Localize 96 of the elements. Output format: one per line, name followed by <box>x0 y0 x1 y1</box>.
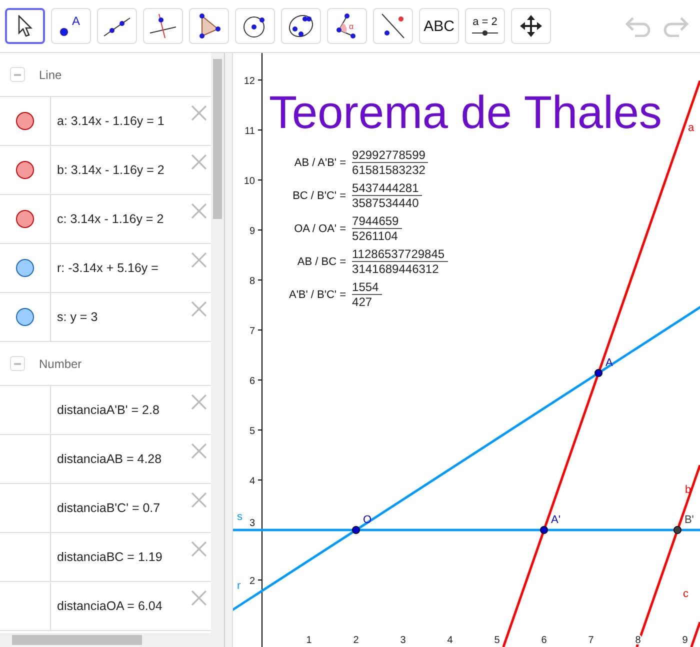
algebra-expression[interactable]: distanciaB'C' = 0.7 <box>57 501 190 515</box>
conic-tool-button[interactable] <box>281 8 321 44</box>
reflect-about-line-icon <box>379 13 407 39</box>
y-tick-label: 7 <box>249 326 255 337</box>
point[interactable] <box>540 526 548 534</box>
y-tick-label: 5 <box>249 426 255 437</box>
fraction-denominator: 427 <box>352 295 372 309</box>
circle-tool-button[interactable] <box>235 8 275 44</box>
line[interactable] <box>233 528 700 532</box>
reflect-tool-button[interactable] <box>373 8 413 44</box>
line[interactable] <box>690 622 700 647</box>
line-label: c <box>683 588 688 600</box>
line[interactable] <box>636 464 700 647</box>
fraction-numerator: 11286537729845 <box>352 247 448 262</box>
fraction-denominator: 5261104 <box>352 229 398 243</box>
ratio-label: BC / B'C' = <box>292 190 346 202</box>
x-tick-label: 4 <box>447 635 453 646</box>
close-icon <box>191 300 208 316</box>
close-icon <box>191 540 208 556</box>
algebra-expression[interactable]: s: y = 3 <box>57 310 190 324</box>
move-view-tool-button[interactable] <box>511 8 551 44</box>
fraction-denominator: 3141689446312 <box>352 262 439 276</box>
line-tool-button[interactable] <box>97 8 137 44</box>
ratio-label: OA / OA' = <box>294 222 346 234</box>
section-title: Line <box>39 68 62 82</box>
y-tick-label: 11 <box>244 126 255 137</box>
graph-title: Teorema de Thales <box>269 85 662 139</box>
perpendicular-line-icon <box>149 13 177 39</box>
line-icon <box>103 15 131 37</box>
ratio-label: AB / BC = <box>297 256 346 268</box>
algebra-expression[interactable]: c: 3.14x - 1.16y = 2 <box>57 212 190 226</box>
y-tick-label: 3 <box>249 518 255 529</box>
slider-tool-button[interactable]: a = 2 <box>465 8 505 44</box>
ratio-label: A'B' / B'C' = <box>289 288 346 300</box>
y-tick-label: 2 <box>249 576 255 587</box>
line-label: r <box>237 580 241 592</box>
x-tick-label: 3 <box>400 635 406 646</box>
algebra-expression[interactable]: a: 3.14x - 1.16y = 1 <box>57 114 190 128</box>
fraction-numerator: 1554 <box>352 280 382 295</box>
ratio-label: AB / A'B' = <box>294 156 346 168</box>
algebra-expression[interactable]: r: -3.14x + 5.16y = <box>57 261 190 275</box>
fraction-denominator: 61581583232 <box>352 163 426 177</box>
close-icon <box>191 104 208 120</box>
point[interactable] <box>352 526 360 534</box>
visibility-toggle[interactable] <box>16 210 34 228</box>
algebra-expression[interactable]: distanciaAB = 4.28 <box>57 452 190 466</box>
cursor-icon <box>17 15 33 37</box>
vertical-scrollbar[interactable] <box>211 53 224 633</box>
x-tick-label: 7 <box>588 635 594 646</box>
perpendicular-tool-button[interactable] <box>143 8 183 44</box>
x-tick-label: 1 <box>306 635 312 646</box>
x-tick-label: 2 <box>353 635 359 646</box>
point[interactable] <box>673 526 682 534</box>
y-tick-label: 9 <box>249 226 255 237</box>
algebra-expression[interactable]: distanciaA'B' = 2.8 <box>57 403 190 417</box>
slider-icon <box>472 30 498 36</box>
polygon-tool-button[interactable] <box>189 8 229 44</box>
move-arrows-icon <box>519 14 543 38</box>
fraction-numerator: 92992778599 <box>352 148 428 163</box>
close-icon <box>191 492 208 508</box>
fraction-numerator: 7944659 <box>352 214 402 229</box>
close-icon <box>191 590 208 606</box>
visibility-toggle[interactable] <box>16 161 34 179</box>
section-title: Number <box>39 356 82 370</box>
algebra-expression[interactable]: b: 3.14x - 1.16y = 2 <box>57 163 190 177</box>
algebra-expression[interactable]: distanciaOA = 6.04 <box>57 599 190 613</box>
horizontal-scrollbar[interactable] <box>0 633 224 647</box>
close-icon <box>191 154 208 170</box>
line-label: s <box>237 511 242 523</box>
fraction-denominator: 3587534440 <box>352 196 419 210</box>
point-label: B' <box>684 514 694 526</box>
point-label: A' <box>551 514 560 526</box>
visibility-toggle[interactable] <box>16 308 34 326</box>
line-label: a <box>688 122 694 134</box>
y-tick-label: 10 <box>244 176 255 187</box>
point-tool-button[interactable]: A <box>51 8 91 44</box>
algebra-expression[interactable]: distanciaBC = 1.19 <box>57 550 190 564</box>
visibility-toggle[interactable] <box>16 112 34 130</box>
move-tool-button[interactable] <box>5 8 45 44</box>
fraction-numerator: 5437444281 <box>352 181 422 196</box>
close-icon <box>191 394 208 410</box>
y-tick-label: 8 <box>249 276 255 287</box>
close-icon <box>191 252 208 268</box>
point[interactable] <box>594 369 603 377</box>
close-icon <box>191 202 208 218</box>
x-tick-label: 9 <box>682 635 688 646</box>
x-tick-label: 5 <box>494 635 500 646</box>
y-tick-label: 6 <box>249 376 255 387</box>
text-tool-button[interactable]: ABC <box>419 8 459 44</box>
ellipse-icon <box>287 13 315 39</box>
y-tick-label: 4 <box>249 476 255 487</box>
angle-tool-button[interactable]: α <box>327 8 367 44</box>
x-tick-label: 6 <box>541 635 547 646</box>
y-tick-label: 12 <box>244 76 255 87</box>
close-icon <box>191 442 208 458</box>
visibility-toggle[interactable] <box>16 259 34 277</box>
